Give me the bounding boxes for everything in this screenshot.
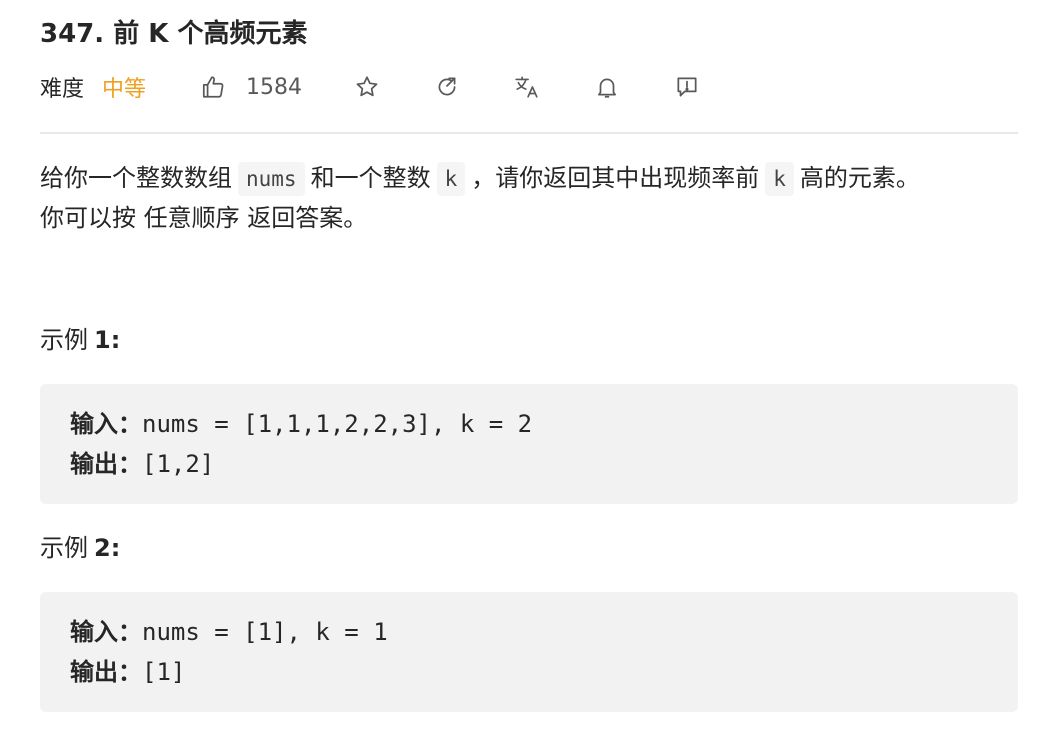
like-count: 1584	[246, 74, 303, 100]
difficulty-value: 中等	[102, 77, 147, 102]
output-label: 输出：	[70, 658, 142, 686]
thumbs-up-icon[interactable]	[200, 68, 226, 106]
input-value: nums = [1], k = 1	[142, 618, 388, 646]
output-label: 输出：	[70, 450, 142, 478]
problem-meta-bar: 难度 中等 1584	[40, 68, 700, 106]
input-label: 输入：	[70, 410, 142, 438]
output-value: [1,2]	[142, 450, 215, 478]
bell-icon[interactable]	[594, 68, 620, 106]
input-value: nums = [1,1,1,2,2,3], k = 2	[142, 410, 533, 438]
example-label: 示例	[40, 534, 88, 562]
star-icon[interactable]	[354, 68, 380, 106]
inline-code-nums: nums	[238, 162, 305, 196]
example-input-row: 输入：nums = [1,1,1,2,2,3], k = 2	[70, 404, 988, 444]
divider	[40, 132, 1018, 134]
input-label: 输入：	[70, 618, 142, 646]
example-2-block: 输入：nums = [1], k = 1 输出：[1]	[40, 592, 1018, 712]
feedback-icon[interactable]	[674, 68, 700, 106]
example-2-title: 示例 2:	[40, 530, 120, 566]
example-label: 示例	[40, 326, 88, 354]
inline-code-k: k	[765, 162, 794, 196]
inline-code-k: k	[436, 162, 466, 196]
problem-title: 347. 前 K 个高频元素	[40, 19, 308, 49]
output-value: [1]	[142, 658, 186, 686]
example-1-block: 输入：nums = [1,1,1,2,2,3], k = 2 输出：[1,2]	[40, 384, 1018, 504]
desc-text: ，请你返回其中出现频率前	[471, 164, 760, 192]
example-output-row: 输出：[1,2]	[70, 444, 988, 484]
example-output-row: 输出：[1]	[70, 652, 988, 692]
desc-text: 和一个整数	[310, 164, 431, 192]
like-button[interactable]: 1584	[200, 68, 302, 106]
desc-text: 给你一个整数数组	[40, 164, 232, 192]
example-input-row: 输入：nums = [1], k = 1	[70, 612, 988, 652]
example-number: 1:	[94, 326, 121, 354]
problem-description: 给你一个整数数组 nums 和一个整数 k ，请你返回其中出现频率前 k 高的元素。 你可以…	[40, 158, 1020, 238]
translate-icon[interactable]	[514, 68, 540, 106]
desc-text: 高的元素。	[799, 164, 920, 192]
difficulty-label: 难度	[40, 77, 85, 102]
example-number: 2:	[94, 534, 121, 562]
example-1-title: 示例 1:	[40, 322, 120, 358]
desc-text: 你可以按 任意顺序 返回答案。	[40, 204, 368, 232]
share-icon[interactable]	[434, 68, 460, 106]
